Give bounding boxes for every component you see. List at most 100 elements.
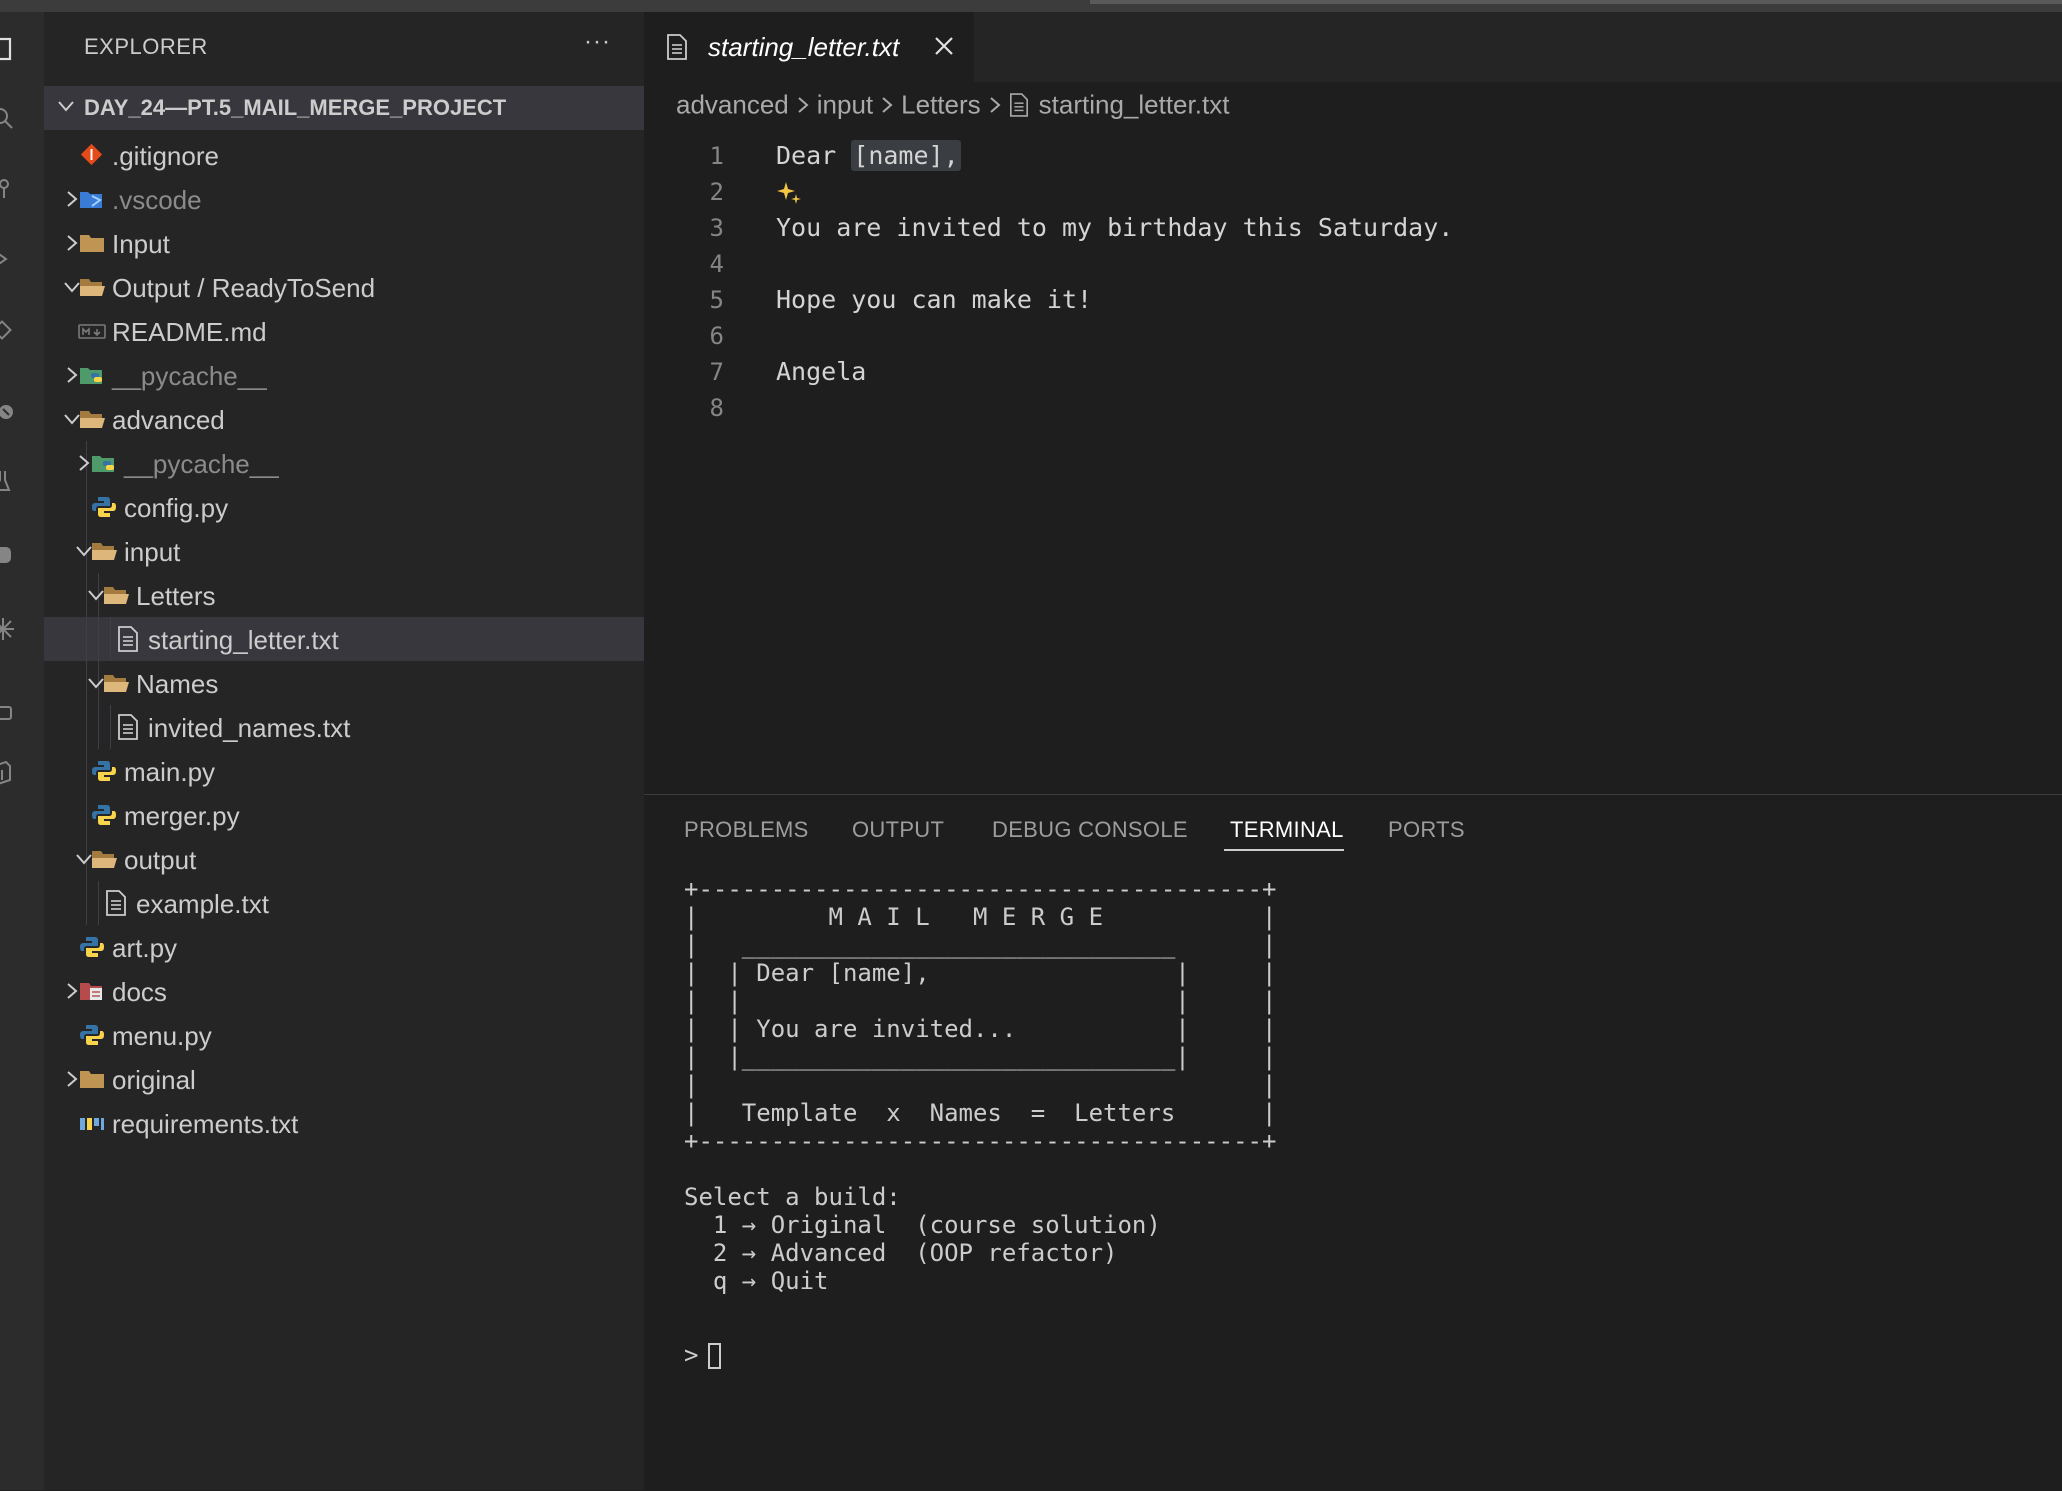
sparkle-icon[interactable] [776, 180, 802, 206]
title-strip [0, 0, 2062, 12]
tree-item[interactable]: README.md [44, 309, 644, 353]
tree-item[interactable]: Letters [44, 573, 644, 617]
remote-explorer-icon[interactable] [0, 396, 16, 422]
search-icon[interactable] [0, 106, 16, 132]
python-icon [80, 1025, 104, 1045]
text-file-icon [106, 890, 126, 916]
code-text-content: You are invited to my birthday this Satu… [776, 213, 1454, 242]
chevron-right-icon [798, 97, 809, 113]
chevron-down-icon [58, 101, 74, 112]
source-control-icon[interactable] [0, 176, 16, 202]
line-number: 6 [709, 322, 724, 350]
terminal-output[interactable]: +---------------------------------------… [684, 875, 2024, 1295]
placeholder-highlight: [name], [851, 140, 961, 171]
tree-item[interactable]: docs [44, 969, 644, 1013]
breadcrumb-item[interactable]: input [817, 90, 873, 120]
tree-item[interactable]: menu.py [44, 1013, 644, 1057]
tree-item[interactable]: .gitignore [44, 133, 644, 177]
python-env-icon[interactable] [0, 542, 16, 568]
line-number: 1 [709, 142, 724, 170]
indent-guide [86, 485, 87, 529]
tab-terminal[interactable]: TERMINAL [1230, 817, 1344, 843]
tab-ports[interactable]: PORTS [1388, 817, 1465, 843]
testing-icon[interactable] [0, 468, 16, 494]
tree-item[interactable]: __pycache__ [44, 441, 644, 485]
docs-folder-icon [80, 983, 102, 1000]
tab-output[interactable]: OUTPUT [852, 817, 944, 843]
tree-item[interactable]: config.py [44, 485, 644, 529]
folder-open-icon [104, 675, 129, 692]
tree-item[interactable]: original [44, 1057, 644, 1101]
project-header[interactable]: DAY_24—PT.5_MAIL_MERGE_PROJECT [44, 86, 644, 130]
code-text: You are invited to my birthday this Satu… [776, 210, 1453, 246]
tab-problems[interactable]: PROBLEMS [684, 817, 809, 843]
code-line: 8 [644, 390, 2062, 426]
breadcrumb-item[interactable]: starting_letter.txt [1039, 90, 1230, 120]
bottom-panel: PROBLEMS OUTPUT DEBUG CONSOLE TERMINAL P… [644, 794, 2062, 1491]
code-line: 1 Dear [name], [644, 138, 2062, 174]
folder-icon [80, 235, 104, 252]
close-icon[interactable] [932, 34, 956, 58]
tree-item-label: Input [112, 229, 170, 259]
prompt-symbol: > [684, 1341, 699, 1369]
extensions-icon[interactable] [0, 318, 16, 344]
code-text-content: Hope you can make it! [776, 285, 1093, 314]
tree-item[interactable]: Names [44, 661, 644, 705]
project-name: DAY_24—PT.5_MAIL_MERGE_PROJECT [84, 95, 507, 120]
folder-open-icon [104, 587, 129, 604]
tree-item[interactable]: advanced [44, 397, 644, 441]
code-text-content: Dear [776, 141, 852, 170]
indent-guide [98, 617, 99, 661]
code-line: 3 You are invited to my birthday this Sat… [644, 210, 2062, 246]
breadcrumb-item[interactable]: advanced [676, 90, 789, 120]
text-file-icon [118, 626, 138, 652]
breadcrumb: advanced input Letters starting_letter.txt [676, 88, 1229, 124]
chevron-right-icon [882, 97, 893, 113]
explorer-header: EXPLORER ··· [44, 12, 644, 78]
tree-item-label: advanced [112, 405, 225, 435]
tree-item[interactable]: art.py [44, 925, 644, 969]
more-actions-button[interactable]: ··· [584, 28, 611, 56]
terminal-prompt[interactable]: > [684, 1341, 722, 1369]
indent-guide [86, 705, 87, 749]
code-line: 5 Hope you can make it! [644, 282, 2062, 318]
tree-item-label: .vscode [112, 185, 202, 215]
tree-item-label: original [112, 1065, 196, 1095]
tree-item[interactable]: invited_names.txt [44, 705, 644, 749]
git-icon [80, 143, 103, 166]
code-text-content: Angela [776, 357, 867, 386]
python-folder-icon [92, 456, 114, 472]
tree-item-label: docs [112, 977, 167, 1007]
tree-item[interactable]: .vscode [44, 177, 644, 221]
code-line: 2 [644, 174, 2062, 210]
run-debug-icon[interactable] [0, 246, 16, 272]
tree-item[interactable]: __pycache__ [44, 353, 644, 397]
explorer-icon[interactable] [0, 36, 16, 62]
tree-item[interactable]: requirements.txt [44, 1101, 644, 1145]
editor-tab-active[interactable]: starting_letter.txt [644, 12, 974, 82]
breadcrumb-item[interactable]: Letters [901, 90, 981, 120]
folder-open-icon [80, 279, 105, 296]
tree-item[interactable]: main.py [44, 749, 644, 793]
database-icon[interactable] [0, 760, 16, 786]
tree-item[interactable]: input [44, 529, 644, 573]
python-folder-icon [80, 368, 102, 384]
tree-item[interactable]: starting_letter.txt [44, 617, 644, 661]
code-line: 6 [644, 318, 2062, 354]
tree-item[interactable]: output [44, 837, 644, 881]
remote-window-icon[interactable] [0, 700, 16, 726]
title-strip-highlight [1090, 0, 2062, 4]
tree-item[interactable]: Output / ReadyToSend [44, 265, 644, 309]
tree-item-label: config.py [124, 493, 229, 523]
ai-assistant-icon[interactable] [0, 616, 16, 642]
tree-item-label: __pycache__ [112, 361, 267, 391]
text-file-icon [1009, 93, 1028, 117]
tab-debug-console[interactable]: DEBUG CONSOLE [992, 817, 1188, 843]
tree-item[interactable]: example.txt [44, 881, 644, 925]
editor-tab-label: starting_letter.txt [708, 32, 900, 62]
code-editor[interactable]: 1 Dear [name], 2 3 You are invited to my bir… [644, 138, 2062, 426]
terminal-text: +---------------------------------------… [684, 875, 1277, 1295]
tree-item[interactable]: Input [44, 221, 644, 265]
tree-item[interactable]: merger.py [44, 793, 644, 837]
editor-tab-bar: starting_letter.txt [644, 12, 2062, 82]
